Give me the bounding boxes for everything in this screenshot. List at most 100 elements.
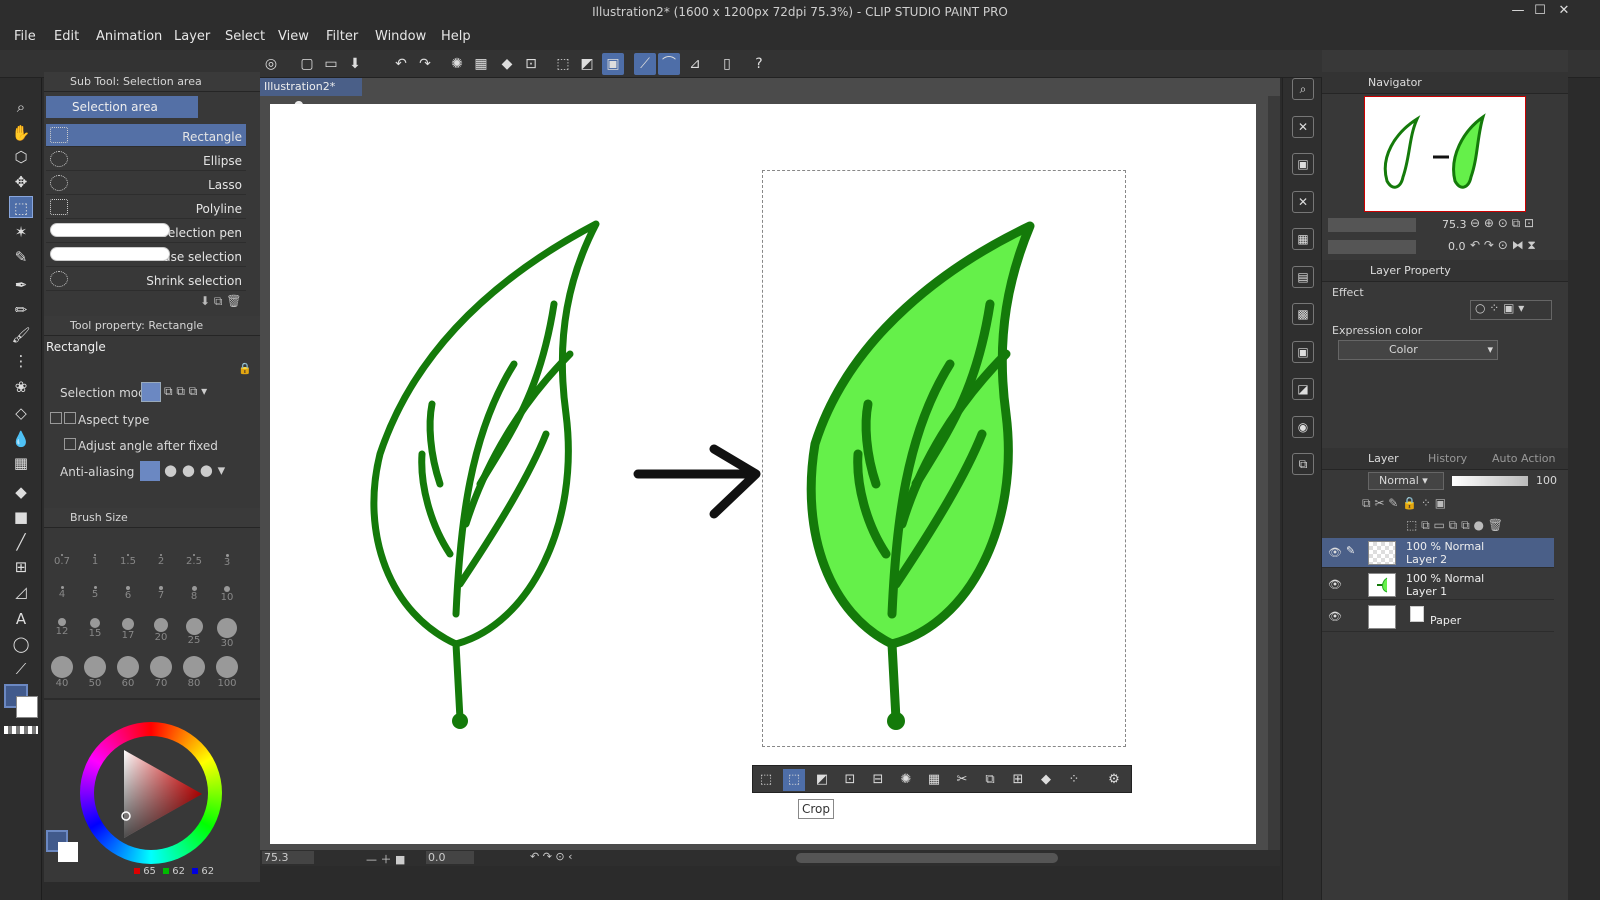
- timeline-icon[interactable]: ◉: [1292, 416, 1314, 438]
- cut-paste-icon[interactable]: ✂: [951, 769, 973, 791]
- clear-outside-icon[interactable]: ▦: [923, 769, 945, 791]
- redo-icon[interactable]: ↷: [414, 53, 436, 75]
- undo-icon[interactable]: ↶: [390, 53, 412, 75]
- brush-size-item[interactable]: 60: [113, 656, 143, 689]
- anti-aliasing-options[interactable]: ● ● ● ▾: [164, 461, 225, 479]
- horizontal-scrollbar[interactable]: [796, 853, 1058, 863]
- layer-row[interactable]: 👁 100 % Normal Layer 1: [1322, 570, 1554, 600]
- figure-icon[interactable]: ╱: [9, 531, 33, 553]
- fill-icon[interactable]: ◆: [1035, 769, 1057, 791]
- eraser-icon[interactable]: ◇: [9, 402, 33, 424]
- invert-selection-icon[interactable]: ◩: [576, 53, 598, 75]
- selection-area-icon[interactable]: ⬚: [9, 196, 33, 218]
- shrink-selection-icon[interactable]: ⊟: [867, 769, 889, 791]
- brush-size-item[interactable]: 30: [212, 618, 242, 649]
- minimize-button[interactable]: —: [1508, 3, 1528, 23]
- effect-buttons[interactable]: ○ ⁘ ▣ ▾: [1470, 300, 1552, 320]
- opacity-slider[interactable]: [1452, 476, 1528, 486]
- menu-edit[interactable]: Edit: [54, 29, 79, 44]
- brush-icon[interactable]: 🖌: [9, 324, 33, 346]
- transparent-color-icon[interactable]: [4, 726, 38, 734]
- pencil-icon[interactable]: ✏: [9, 299, 33, 321]
- brush-size-item[interactable]: 7: [146, 586, 176, 601]
- brush-size-item[interactable]: 1: [80, 554, 110, 567]
- sub-view-icon[interactable]: ▣: [1292, 153, 1314, 175]
- correct-line-icon[interactable]: ⟋: [9, 658, 33, 680]
- brush-size-item[interactable]: 70: [146, 656, 176, 689]
- help-icon[interactable]: ?: [748, 53, 770, 75]
- layer-row[interactable]: 👁 ✎ 100 % Normal Layer 2: [1322, 538, 1554, 568]
- expand-selection-icon[interactable]: ⊡: [839, 769, 861, 791]
- blend-icon[interactable]: 💧: [9, 428, 33, 450]
- brush-size-item[interactable]: 10: [212, 586, 242, 603]
- selection-mode-new-button[interactable]: [141, 382, 161, 402]
- mesh-icon[interactable]: ▦: [9, 452, 33, 474]
- layer-lock-buttons[interactable]: ⧉ ✂ ✎ 🔒 ⁘ ▣: [1362, 496, 1446, 511]
- color-history-icon[interactable]: ▤: [1292, 266, 1314, 288]
- balloon-icon[interactable]: ◯: [9, 633, 33, 655]
- subtool-polyline[interactable]: Polyline: [46, 196, 246, 219]
- aspect-type-checkbox[interactable]: [64, 412, 76, 424]
- subtool-erase-selection[interactable]: Erase selection: [46, 244, 246, 267]
- brush-size-item[interactable]: 4: [47, 586, 77, 600]
- new-file-icon[interactable]: ▢: [296, 53, 318, 75]
- brush-size-item[interactable]: 5: [80, 586, 110, 600]
- navigator-zoom-buttons[interactable]: ⊖ ⊕ ⊙ ⧉ ⊡: [1470, 216, 1534, 231]
- approximate-color-icon[interactable]: ▣: [1292, 341, 1314, 363]
- selection-marquee[interactable]: [762, 170, 1126, 747]
- text-icon[interactable]: A: [9, 608, 33, 630]
- menu-view[interactable]: View: [278, 29, 309, 44]
- subtool-rectangle[interactable]: Rectangle: [46, 124, 246, 147]
- subtool-lasso[interactable]: Lasso: [46, 172, 246, 195]
- navigator-preview[interactable]: [1364, 96, 1526, 212]
- item-bank-icon[interactable]: ✕: [1292, 191, 1314, 213]
- selection-mode-options[interactable]: ⧉ ⧉ ⧉ ▾: [164, 384, 207, 399]
- invert-icon[interactable]: ◩: [811, 769, 833, 791]
- menu-layer[interactable]: Layer: [174, 29, 210, 44]
- open-icon[interactable]: ▭: [320, 53, 342, 75]
- scale-rotate-icon[interactable]: ⊞: [1007, 769, 1029, 791]
- brush-size-item[interactable]: 50: [80, 656, 110, 689]
- menu-file[interactable]: File: [14, 29, 36, 44]
- new-tone-icon[interactable]: ⁘: [1063, 769, 1085, 791]
- move-layer-icon[interactable]: ✥: [9, 171, 33, 193]
- eye-icon[interactable]: 👁: [1328, 610, 1342, 623]
- brush-size-item[interactable]: 1.5: [113, 554, 143, 567]
- brush-size-item[interactable]: 2: [146, 554, 176, 567]
- clear-outside-icon[interactable]: ▦: [470, 53, 492, 75]
- menu-help[interactable]: Help: [441, 29, 471, 44]
- menu-window[interactable]: Window: [375, 29, 426, 44]
- layer-row[interactable]: 👁 Paper: [1322, 602, 1554, 632]
- sub-color-mini[interactable]: [58, 842, 78, 862]
- pen-icon[interactable]: ✒: [9, 274, 33, 296]
- blend-mode-dropdown[interactable]: Normal ▾: [1368, 472, 1444, 490]
- tab-history[interactable]: History: [1428, 448, 1467, 470]
- eye-icon[interactable]: 👁: [1328, 578, 1342, 591]
- fill-icon[interactable]: ◆: [496, 53, 518, 75]
- clear-icon[interactable]: ✺: [895, 769, 917, 791]
- save-icon[interactable]: ⬇: [344, 53, 366, 75]
- auto-select-icon[interactable]: ✶: [9, 221, 33, 243]
- subtool-group-tab[interactable]: Selection area: [46, 96, 198, 118]
- crop-icon[interactable]: ⬚: [783, 769, 805, 791]
- navigator-zoom-slider[interactable]: [1328, 218, 1416, 232]
- eyedropper-icon[interactable]: ✎: [9, 246, 33, 268]
- clear-icon[interactable]: ✺: [446, 53, 468, 75]
- snap-grid-icon[interactable]: ⊿: [684, 53, 706, 75]
- menu-filter[interactable]: Filter: [326, 29, 358, 44]
- rotate-buttons[interactable]: ↶ ↷ ⊙ ‹: [530, 850, 573, 863]
- clip-studio-icon[interactable]: ◎: [260, 53, 282, 75]
- menu-animation[interactable]: Animation: [96, 29, 162, 44]
- snap-special-ruler-icon[interactable]: ⌒: [658, 53, 680, 75]
- settings-icon[interactable]: ⚙: [1103, 769, 1125, 791]
- transform-icon[interactable]: ⊡: [520, 53, 542, 75]
- sub-color-swatch[interactable]: [16, 696, 38, 718]
- tab-auto-action[interactable]: Auto Action: [1492, 448, 1556, 470]
- color-slider-icon[interactable]: ◪: [1292, 378, 1314, 400]
- zoom-field[interactable]: 75.3: [262, 851, 314, 864]
- brush-size-item[interactable]: 3: [212, 554, 242, 568]
- document-tab[interactable]: Illustration2* ●: [260, 78, 362, 111]
- aspect-expand-icon[interactable]: [50, 412, 62, 424]
- menu-select[interactable]: Select: [225, 29, 265, 44]
- intermediate-color-icon[interactable]: ▩: [1292, 303, 1314, 325]
